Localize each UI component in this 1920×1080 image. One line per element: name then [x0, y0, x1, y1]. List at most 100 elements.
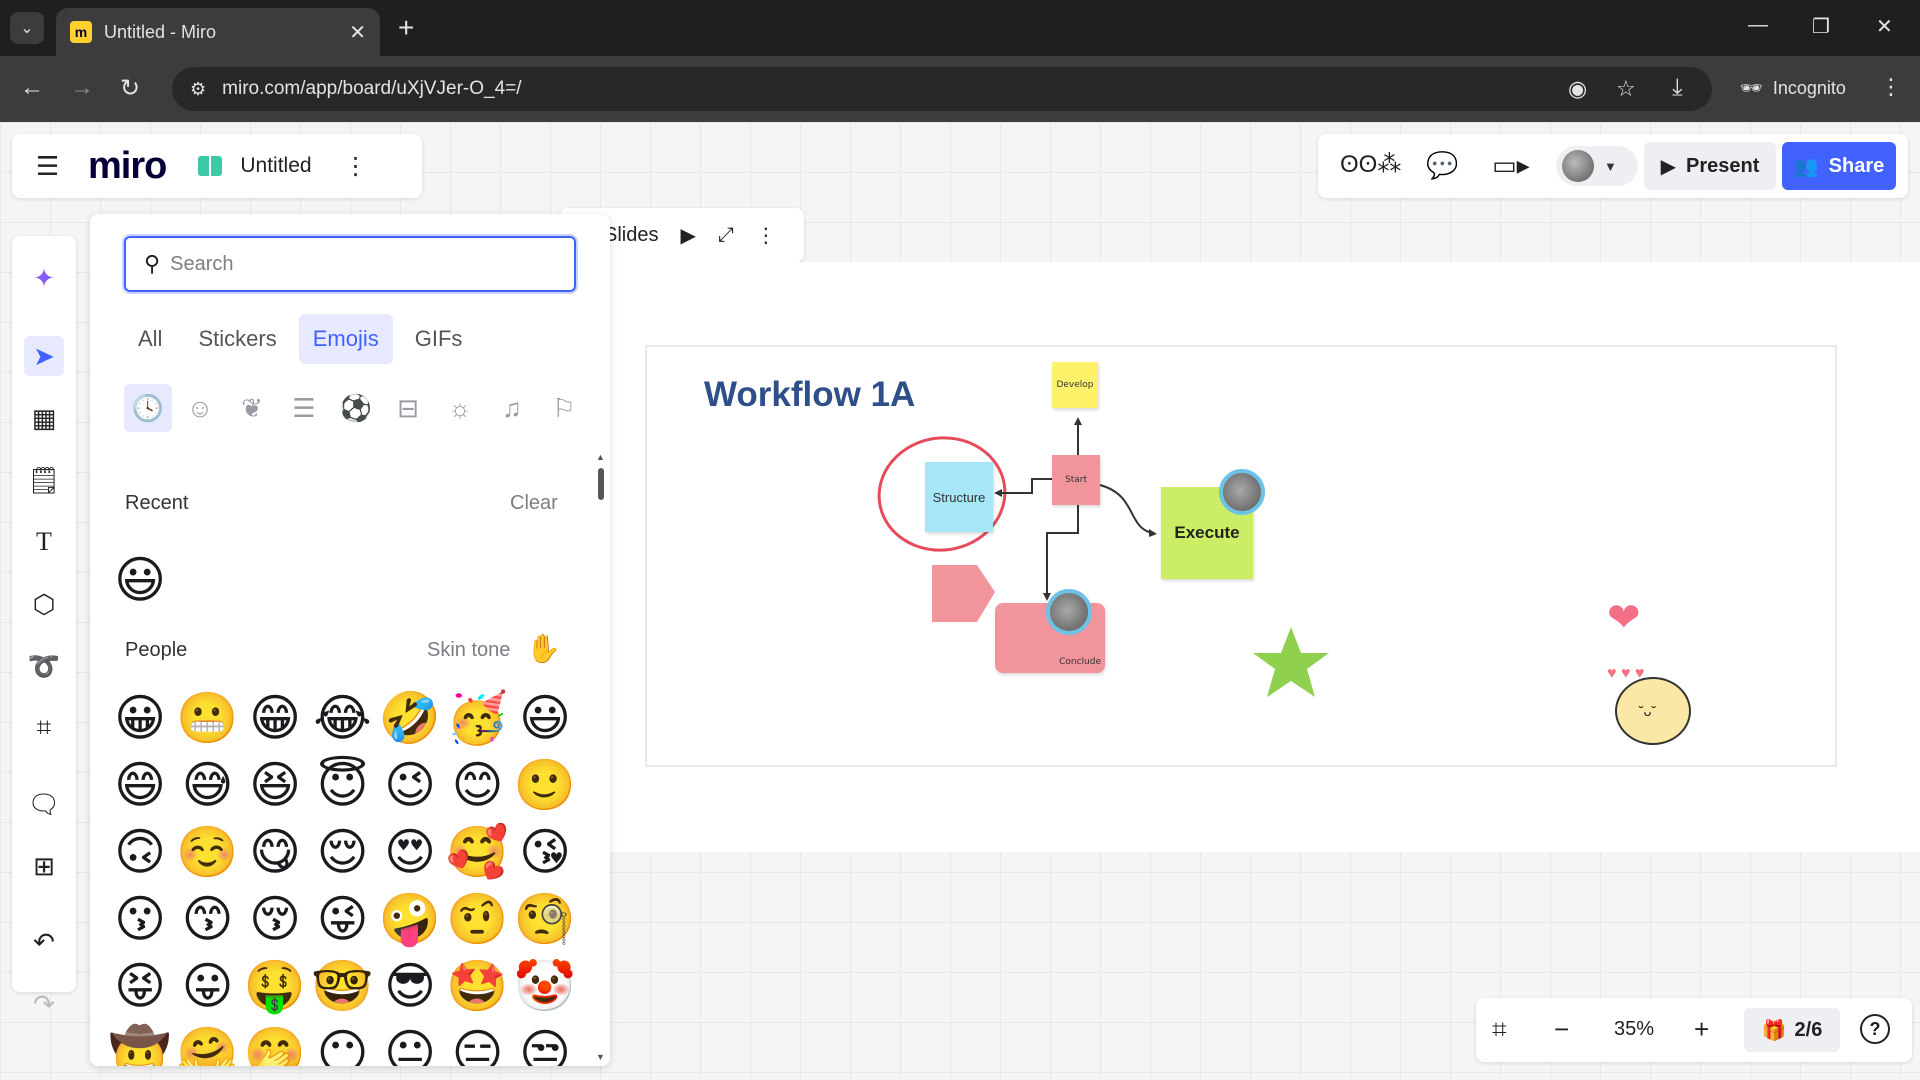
more-tools-icon[interactable]: ⊞ [24, 846, 64, 886]
tab-gifs[interactable]: GIFs [401, 314, 477, 364]
frame-tool-icon[interactable]: ⌗ [24, 708, 64, 748]
video-call-icon[interactable]: ▭▸ [1492, 150, 1530, 181]
emoji-item[interactable]: 😙 [178, 889, 238, 949]
emoji-item[interactable]: 😂 [313, 688, 373, 748]
recent-clock-icon[interactable]: 🕓 [124, 384, 172, 432]
url-field[interactable]: ⚙ miro.com/app/board/uXjVJer-O_4=/ ◉ ☆ [172, 67, 1712, 111]
nature-leaf-icon[interactable]: ❦ [228, 384, 276, 432]
ai-sparkle-icon[interactable]: ✦ [24, 258, 64, 298]
zoom-out-icon[interactable]: − [1554, 1014, 1569, 1045]
emoji-item[interactable]: 🥰 [446, 822, 508, 882]
miro-logo[interactable]: miro [88, 145, 167, 188]
emoji-item[interactable]: 😐 [380, 1023, 440, 1066]
collaborator-cursor-avatar[interactable] [1219, 469, 1265, 515]
emoji-item[interactable]: 😒 [515, 1023, 575, 1066]
emoji-item[interactable]: 😉 [380, 755, 440, 815]
emoji-item[interactable]: 😜 [313, 889, 373, 949]
emoji-item[interactable]: 😅 [178, 755, 238, 815]
scroll-down-icon[interactable]: ▼ [596, 1052, 605, 1062]
tab-stickers[interactable]: Stickers [184, 314, 290, 364]
collaborator-cursor-avatar[interactable] [1046, 589, 1092, 635]
zoom-level[interactable]: 35% [1614, 1018, 1654, 1041]
emoji-item[interactable]: ☺️ [176, 822, 238, 882]
objects-bulb-icon[interactable]: ☼ [436, 384, 484, 432]
emoji-item[interactable]: 🤓 [311, 956, 373, 1016]
main-menu-icon[interactable]: ☰ [36, 151, 66, 182]
site-info-icon[interactable]: ⚙ [190, 79, 206, 100]
miro-canvas[interactable]: ☰ miro Untitled ⋮ ʘʘ⁂ 💬 ▭▸ ▼ ▶ Present 👥… [0, 122, 1920, 1080]
pink-arrow-shape[interactable] [932, 565, 995, 622]
emoji-item[interactable]: 🧐 [514, 889, 576, 949]
clear-recent-button[interactable]: Clear [510, 492, 558, 515]
emoji-item[interactable]: 🙃 [110, 822, 170, 882]
back-icon[interactable]: ← [20, 74, 44, 102]
emoji-item[interactable]: 😊 [448, 755, 508, 815]
reactions-icon[interactable]: ʘʘ⁂ [1340, 150, 1401, 179]
redo-icon[interactable]: ↷ [24, 984, 64, 1024]
emoji-item[interactable]: 😄 [110, 755, 170, 815]
sticky-start[interactable]: Start [1052, 455, 1100, 505]
tab-all[interactable]: All [124, 314, 176, 364]
collaborators-button[interactable]: ▼ [1556, 146, 1638, 186]
emoji-item[interactable]: 😬 [176, 688, 238, 748]
emoji-item[interactable]: 🥳 [446, 688, 508, 748]
emoji-item[interactable]: 😀 [110, 688, 170, 748]
window-close-icon[interactable]: ✕ [1876, 14, 1893, 39]
emoji-item[interactable]: 😶 [313, 1023, 373, 1066]
undo-icon[interactable]: ↶ [24, 922, 64, 962]
travel-bus-icon[interactable]: ⊟ [384, 384, 432, 432]
slides-menu-icon[interactable]: ⋮ [756, 223, 776, 248]
emoji-item[interactable]: 😍 [380, 822, 440, 882]
emoji-item[interactable]: 😌 [313, 822, 373, 882]
connector-start-conclude[interactable] [1046, 505, 1079, 595]
reload-icon[interactable]: ↻ [120, 74, 140, 103]
emoji-item[interactable]: 😗 [110, 889, 170, 949]
sports-ball-icon[interactable]: ⚽ [332, 384, 380, 432]
present-button[interactable]: ▶ Present [1644, 142, 1776, 190]
bookmark-star-icon[interactable]: ☆ [1616, 76, 1636, 102]
slides-label[interactable]: Slides [604, 224, 658, 247]
emoji-item[interactable]: 😃 [110, 550, 170, 610]
emoji-item[interactable]: 😆 [245, 755, 305, 815]
minimize-icon[interactable]: — [1748, 14, 1768, 37]
emoji-item[interactable]: 😁 [245, 688, 305, 748]
eye-off-icon[interactable]: ◉ [1568, 76, 1587, 102]
sticky-structure[interactable]: Structure [925, 462, 993, 532]
share-button[interactable]: 👥 Share [1782, 142, 1896, 190]
help-icon[interactable]: ? [1860, 1014, 1890, 1044]
browser-tab[interactable]: m Untitled - Miro ✕ [56, 8, 380, 56]
heart-sticker[interactable]: ❤ [1607, 595, 1641, 641]
workflow-frame[interactable]: Workflow 1A Develop Structure Start Exec… [645, 345, 1837, 767]
emoji-item[interactable]: 🤣 [379, 688, 441, 748]
tab-search-button[interactable]: ⌄ [10, 12, 44, 44]
restore-icon[interactable]: ❐ [1812, 14, 1830, 39]
zoom-in-icon[interactable]: + [1694, 1014, 1709, 1045]
tab-emojis[interactable]: Emojis [298, 314, 393, 364]
frames-icon[interactable]: ⌗ [1492, 1014, 1507, 1046]
food-burger-icon[interactable]: ☰ [280, 384, 328, 432]
emoji-item[interactable]: 🤨 [446, 889, 508, 949]
emoji-item[interactable]: 😚 [245, 889, 305, 949]
select-cursor-icon[interactable]: ➤ [24, 336, 64, 376]
emoji-item[interactable]: 😛 [178, 956, 238, 1016]
green-star-shape[interactable] [1253, 627, 1329, 697]
smiley-category-icon[interactable]: ☺ [176, 384, 224, 432]
sticky-develop[interactable]: Develop [1052, 362, 1098, 408]
flags-icon[interactable]: ⚐ [540, 384, 588, 432]
chrome-menu-icon[interactable]: ⋮ [1880, 74, 1902, 100]
panel-scrollbar[interactable] [598, 468, 604, 500]
incognito-indicator[interactable]: 🕶 Incognito [1724, 68, 1862, 108]
templates-icon[interactable]: ▦ [24, 398, 64, 438]
tab-close-icon[interactable]: ✕ [349, 20, 366, 45]
emoji-item[interactable]: 🤠 [109, 1023, 171, 1066]
emoji-item[interactable]: 😇 [313, 755, 373, 815]
emoji-item[interactable]: 🤑 [244, 956, 306, 1016]
search-input[interactable] [170, 252, 551, 276]
emoji-item[interactable]: 🤗 [176, 1023, 238, 1066]
slides-fullscreen-icon[interactable]: ⤢ [718, 224, 734, 247]
shapes-icon[interactable]: ⬡ [24, 584, 64, 624]
connector-start-execute[interactable] [1099, 484, 1153, 534]
emoji-item[interactable]: 😝 [110, 956, 170, 1016]
scroll-up-icon[interactable]: ▲ [596, 452, 605, 462]
slide-pager-button[interactable]: 🎁 2/6 [1744, 1008, 1840, 1052]
